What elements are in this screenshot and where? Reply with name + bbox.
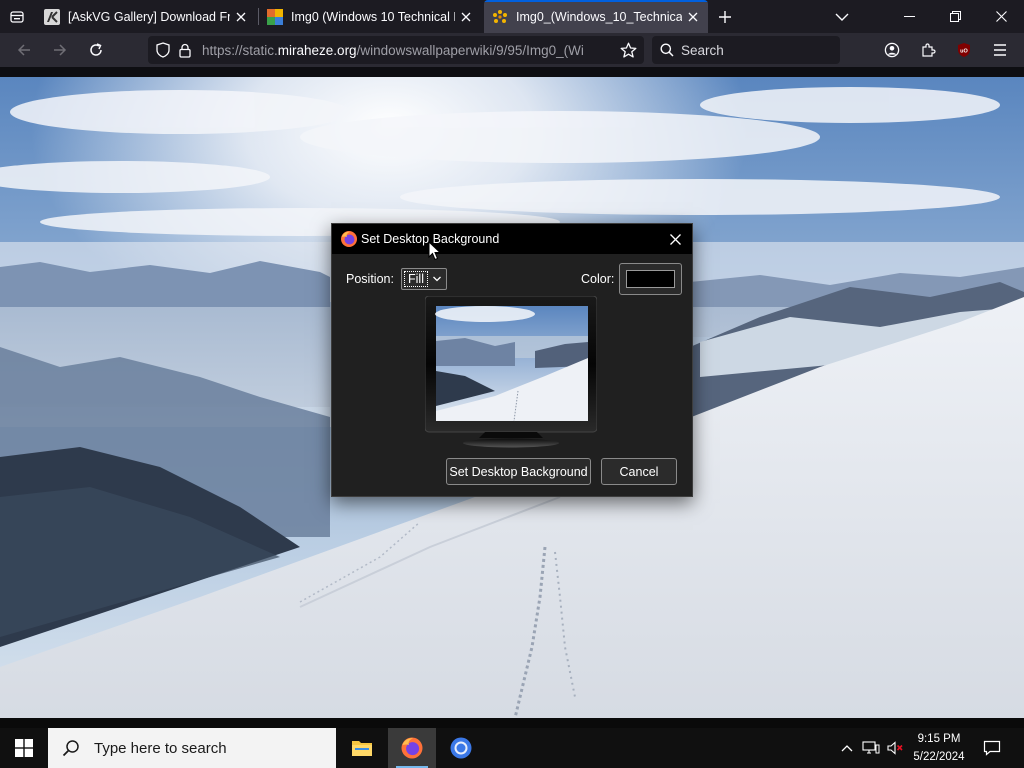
hamburger-menu-icon[interactable] (988, 38, 1012, 62)
tab-bar: [AskVG Gallery] Download Free Img0 (Wind… (0, 0, 1024, 33)
tab-title: Img0_(Windows_10_Technical_P (516, 9, 682, 24)
folder-icon (352, 741, 372, 756)
color-picker-button[interactable] (619, 263, 682, 295)
close-window-icon[interactable] (978, 0, 1024, 33)
set-desktop-background-dialog: Set Desktop Background Position: Fill Co… (331, 223, 693, 497)
set-desktop-background-button[interactable]: Set Desktop Background (446, 458, 591, 485)
bookmark-star-icon[interactable] (618, 40, 638, 60)
askvg-logo-icon (44, 8, 60, 25)
tab-img0-active[interactable]: Img0_(Windows_10_Technical_P (484, 0, 708, 33)
url-domain: miraheze.org (277, 42, 357, 58)
reload-icon[interactable] (83, 37, 109, 63)
color-swatch (626, 270, 675, 288)
url-text[interactable]: https://static.miraheze.org/windowswallp… (202, 43, 598, 58)
ublock-origin-icon[interactable]: uO (952, 38, 976, 62)
search-icon (660, 43, 674, 57)
start-button[interactable] (0, 728, 48, 768)
clock-date: 5/22/2024 (913, 751, 965, 763)
position-label: Position: (346, 272, 394, 286)
close-tab-icon[interactable] (455, 6, 477, 28)
forward-icon[interactable] (47, 37, 73, 63)
extensions-icon[interactable] (916, 38, 940, 62)
navigation-toolbar: https://static.miraheze.org/windowswallp… (0, 33, 1024, 67)
account-icon[interactable] (880, 38, 904, 62)
tracking-protection-icon[interactable] (152, 39, 174, 61)
firefox-taskbar-button[interactable] (388, 728, 436, 768)
notifications-icon[interactable] (978, 728, 1006, 768)
clock-time: 9:15 PM (917, 733, 961, 745)
new-tab-icon[interactable] (713, 5, 737, 29)
taskbar-search-placeholder: Type here to search (94, 739, 227, 757)
wallpaper-thumbnail-icon (267, 8, 283, 25)
close-tab-icon[interactable] (230, 6, 252, 28)
taskbar-search-box[interactable]: Type here to search (48, 728, 336, 768)
miraheze-logo-icon (493, 9, 507, 23)
network-icon[interactable] (859, 728, 883, 768)
list-all-tabs-icon[interactable] (830, 5, 854, 29)
minimize-icon[interactable] (886, 0, 932, 33)
taskbar-clock[interactable]: 9:15 PM 5/22/2024 (904, 728, 974, 768)
show-hidden-icons-icon[interactable] (835, 728, 859, 768)
dialog-title-bar[interactable]: Set Desktop Background (332, 224, 692, 254)
content-separator (0, 67, 1024, 77)
tab-title: Img0 (Windows 10 Technical Pre (291, 9, 455, 24)
file-explorer-taskbar-button[interactable] (338, 728, 386, 768)
mouse-cursor-icon (428, 241, 442, 261)
search-bar[interactable]: Search (652, 36, 840, 64)
firefox-view-icon[interactable] (0, 0, 33, 33)
tab-askvg-gallery[interactable]: [AskVG Gallery] Download Free (36, 0, 256, 33)
url-path: /windowswallpaperwiki/9/95/Img0_(Wi (356, 42, 584, 58)
restore-icon[interactable] (932, 0, 978, 33)
svg-text:uO: uO (960, 49, 968, 55)
taskbar-top-strip (0, 718, 1024, 728)
firefox-logo-icon (401, 737, 423, 759)
url-bar[interactable]: https://static.miraheze.org/windowswallp… (148, 36, 644, 64)
preview-screen (435, 306, 588, 422)
cancel-button[interactable]: Cancel (601, 458, 677, 485)
color-label: Color: (581, 272, 615, 286)
lock-icon[interactable] (174, 39, 196, 61)
monitor-preview (425, 296, 597, 448)
dialog-close-icon[interactable] (664, 228, 686, 250)
search-bar-label: Search (681, 42, 724, 58)
position-value: Fill (404, 271, 428, 287)
windows-logo-icon (15, 739, 33, 757)
chrome-taskbar-button[interactable] (437, 728, 485, 768)
tab-title: [AskVG Gallery] Download Free (68, 9, 230, 24)
position-dropdown[interactable]: Fill (401, 268, 447, 290)
chrome-logo-icon (450, 737, 472, 759)
search-icon (62, 740, 79, 757)
chevron-down-icon (433, 276, 441, 282)
url-prefix: https://static. (202, 42, 278, 58)
close-tab-icon[interactable] (682, 6, 704, 28)
tab-img0-preview[interactable]: Img0 (Windows 10 Technical Pre (259, 0, 481, 33)
firefox-logo-icon (341, 231, 357, 247)
back-icon[interactable] (11, 37, 37, 63)
